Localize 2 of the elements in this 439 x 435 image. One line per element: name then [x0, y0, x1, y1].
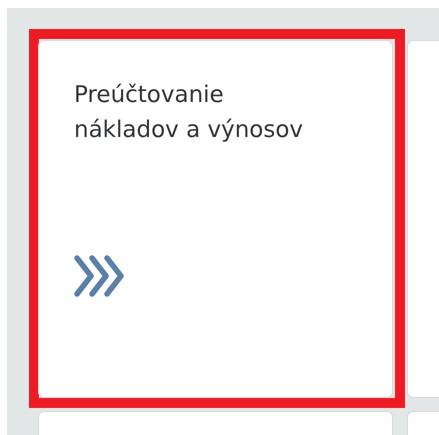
tile-title: Preúčtovanie nákladov a výnosov: [74, 81, 304, 145]
app-tile[interactable]: Preúčtovanie nákladov a výnosov: [39, 41, 392, 397]
